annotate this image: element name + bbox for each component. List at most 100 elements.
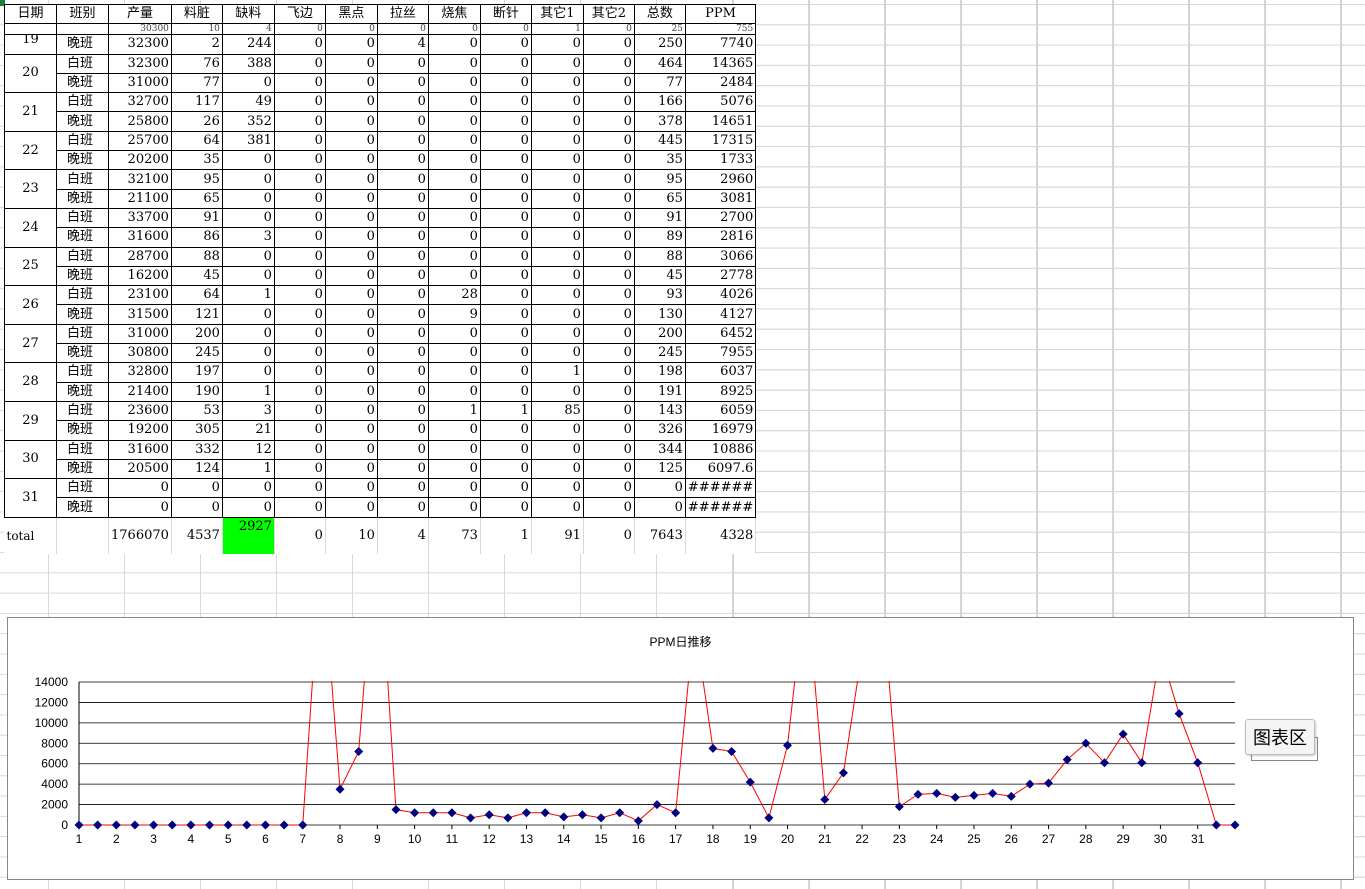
header-cell[interactable]: 缺料 (221, 3, 275, 25)
header-cell[interactable]: 产量 (108, 3, 172, 25)
total-cell[interactable]: 0 (583, 517, 635, 554)
cell[interactable]: 35 (633, 150, 686, 171)
cell[interactable]: 14365 (684, 53, 757, 74)
header-cell[interactable]: 其它1 (530, 3, 584, 25)
cell[interactable]: 0 (530, 265, 584, 287)
cell[interactable]: 31500 (108, 304, 172, 325)
cell[interactable]: 0 (376, 362, 429, 383)
cell[interactable]: 0 (324, 381, 378, 402)
cell[interactable]: 0 (530, 439, 584, 460)
header-cell[interactable]: 料脏 (170, 3, 223, 25)
header-cell[interactable]: 烧焦 (427, 3, 481, 25)
cell[interactable]: 0 (530, 381, 584, 402)
cell[interactable]: 0 (376, 207, 429, 229)
cell[interactable]: 0 (479, 323, 532, 345)
cell[interactable]: 143 (633, 400, 686, 422)
cell[interactable]: 1 (221, 381, 275, 402)
cell[interactable]: 0 (273, 169, 326, 190)
shift-cell[interactable]: 晚班 (56, 304, 109, 325)
cell[interactable]: 0 (427, 188, 481, 209)
cell[interactable]: 0 (427, 34, 481, 55)
cell[interactable]: 0 (273, 285, 326, 306)
cell[interactable]: 0 (530, 169, 584, 190)
cell[interactable]: 53 (170, 400, 223, 422)
cell[interactable]: 0 (427, 207, 481, 229)
shift-cell[interactable]: 晚班 (56, 150, 109, 171)
cell[interactable]: 381 (221, 130, 275, 152)
cell[interactable]: 32800 (108, 362, 172, 383)
shift-cell[interactable]: 白班 (56, 130, 109, 152)
cell[interactable]: 0 (427, 130, 481, 152)
cell[interactable]: 464 (633, 53, 686, 74)
cell[interactable]: 4026 (684, 285, 757, 306)
cell[interactable]: 124 (170, 458, 223, 480)
cell[interactable]: 0 (530, 92, 584, 113)
cell[interactable]: 130 (633, 304, 686, 325)
cell[interactable]: 93 (633, 285, 686, 306)
shift-cell[interactable] (56, 23, 109, 36)
cell[interactable]: 0 (479, 458, 532, 480)
cell[interactable]: 0 (479, 265, 532, 287)
cell[interactable]: 200 (170, 323, 223, 345)
cell[interactable]: 0 (582, 246, 635, 267)
cell[interactable]: 64 (170, 285, 223, 306)
cell[interactable]: 2778 (684, 265, 757, 287)
cell[interactable]: 0 (273, 227, 326, 248)
cell[interactable]: 9 (427, 304, 481, 325)
total-cell[interactable]: 4 (377, 517, 429, 554)
cell[interactable]: 0 (376, 169, 429, 190)
cell[interactable]: 0 (530, 285, 584, 306)
cell[interactable]: 0 (324, 420, 378, 441)
cell[interactable]: 65 (633, 188, 686, 209)
header-cell[interactable]: 班别 (56, 3, 109, 25)
cell[interactable]: 0 (273, 362, 326, 383)
shift-cell[interactable]: 白班 (56, 439, 109, 460)
cell[interactable]: 0 (582, 265, 635, 287)
cell[interactable]: 0 (221, 169, 275, 190)
cell[interactable]: 76 (170, 53, 223, 74)
cell[interactable]: 21100 (108, 188, 172, 209)
cell[interactable]: 31600 (108, 439, 172, 460)
cell[interactable]: 0 (376, 23, 429, 36)
cell[interactable]: 0 (221, 150, 275, 171)
shift-cell[interactable]: 晚班 (56, 420, 109, 441)
cell[interactable]: 0 (376, 458, 429, 480)
cell[interactable]: 0 (582, 169, 635, 190)
cell[interactable]: 200 (633, 323, 686, 345)
header-cell[interactable]: 其它2 (582, 3, 635, 25)
cell[interactable]: 0 (273, 478, 326, 499)
shift-cell[interactable]: 晚班 (56, 111, 109, 132)
shift-cell[interactable]: 晚班 (56, 227, 109, 248)
cell[interactable]: 0 (479, 343, 532, 364)
cell[interactable]: 0 (376, 111, 429, 132)
shift-cell[interactable]: 白班 (56, 285, 109, 306)
cell[interactable]: 0 (530, 304, 584, 325)
cell[interactable]: 0 (530, 34, 584, 55)
cell[interactable]: 0 (479, 246, 532, 267)
cell[interactable]: 0 (324, 227, 378, 248)
cell[interactable]: 0 (582, 188, 635, 209)
cell[interactable]: 0 (324, 188, 378, 209)
header-cell[interactable]: PPM (684, 3, 757, 25)
cell[interactable]: 4 (221, 23, 275, 36)
cell[interactable]: 0 (221, 323, 275, 345)
cell[interactable]: 0 (582, 497, 635, 518)
cell[interactable]: ###### (684, 478, 757, 499)
cell[interactable]: 0 (530, 420, 584, 441)
cell[interactable]: 0 (427, 497, 481, 518)
cell[interactable]: 0 (324, 72, 378, 94)
cell[interactable]: 0 (221, 343, 275, 364)
cell[interactable]: 16979 (684, 420, 757, 441)
shift-cell[interactable]: 白班 (56, 169, 109, 190)
shift-cell[interactable]: 晚班 (56, 72, 109, 94)
cell[interactable]: 0 (479, 420, 532, 441)
empty-cell[interactable] (56, 517, 109, 554)
cell[interactable]: 2960 (684, 169, 757, 190)
total-cell[interactable]: 0 (274, 517, 326, 554)
cell[interactable]: 0 (582, 130, 635, 152)
cell[interactable]: 0 (324, 304, 378, 325)
cell[interactable]: 0 (479, 304, 532, 325)
cell[interactable]: 0 (582, 343, 635, 364)
cell[interactable]: 0 (479, 188, 532, 209)
total-cell[interactable]: 1766070 (108, 517, 172, 554)
